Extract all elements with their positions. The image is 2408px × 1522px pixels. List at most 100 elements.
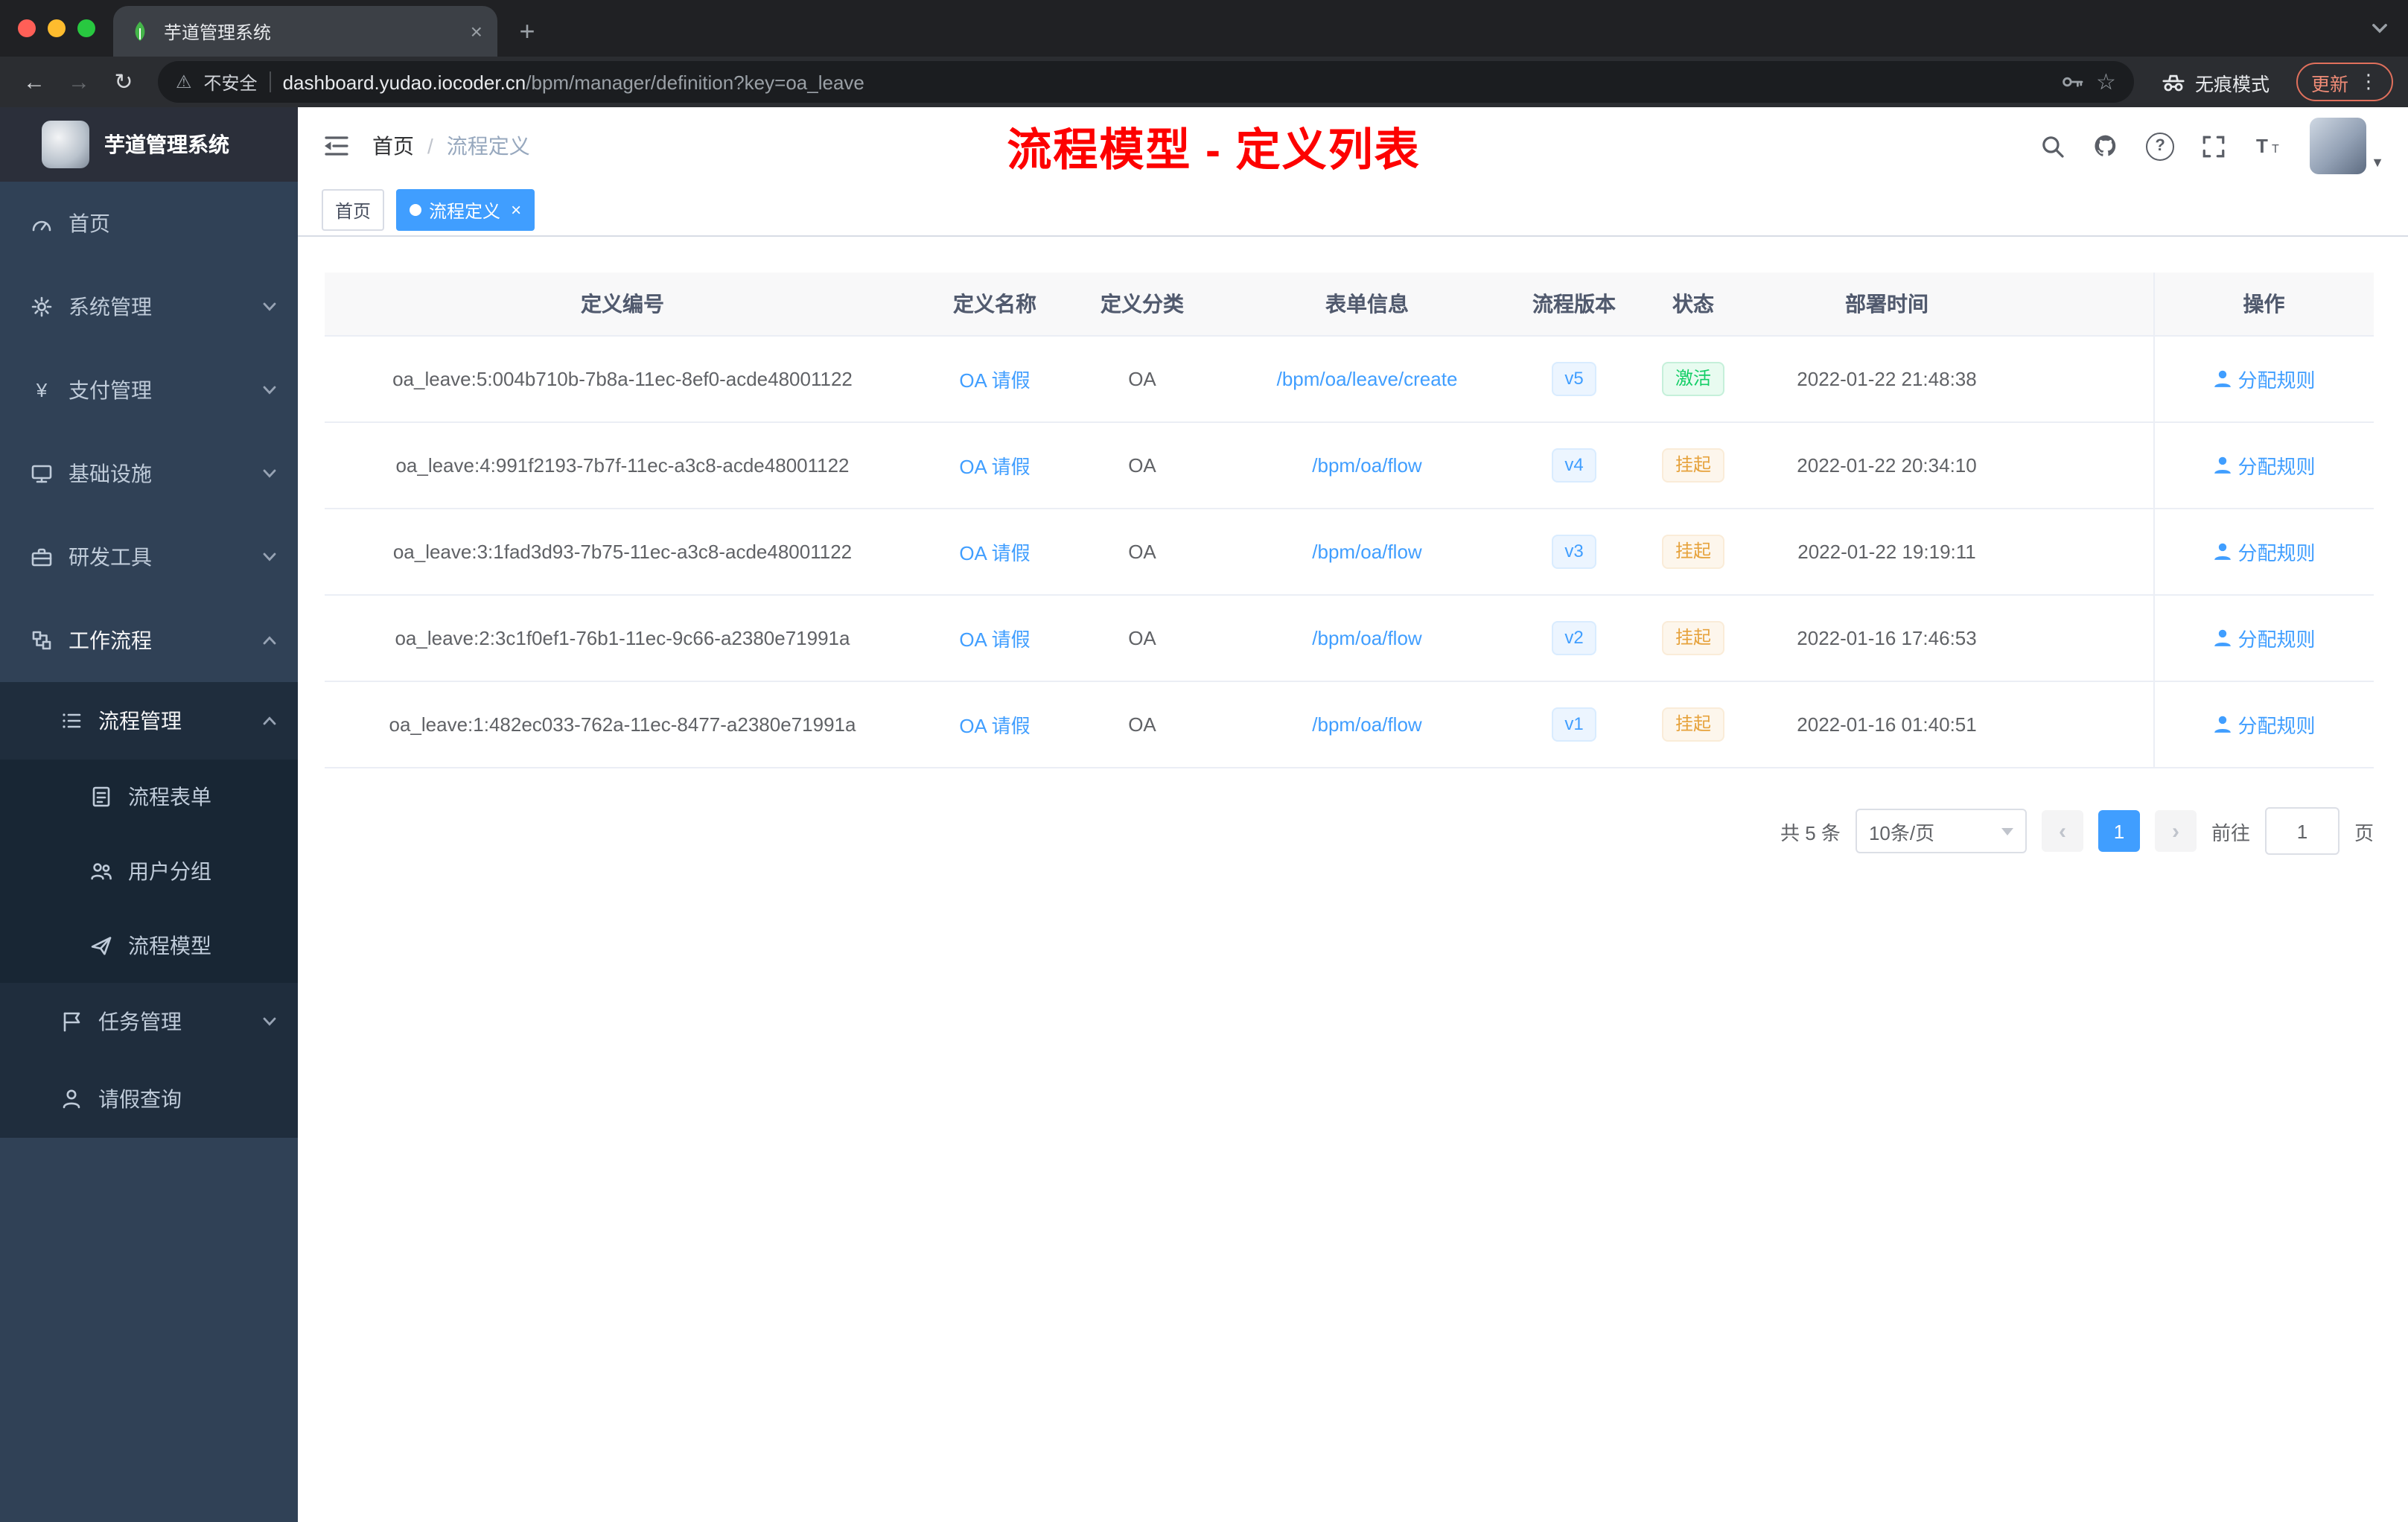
main-area: 首页 / 流程定义 流程模型 - 定义列表 ? T T ▼ 首页 流程定义 × … [298, 107, 2408, 1522]
status-badge: 挂起 [1661, 535, 1724, 569]
sidebar-item-system-management[interactable]: 系统管理 [0, 265, 298, 348]
filler-cell [2016, 681, 2153, 768]
yen-icon: ¥ [30, 378, 54, 402]
sidebar-collapse-icon[interactable] [322, 133, 351, 159]
page-size-select[interactable]: 10条/页 [1855, 809, 2027, 853]
definition-id-cell: oa_leave:3:1fad3d93-7b75-11ec-a3c8-acde4… [325, 509, 920, 596]
deploy-time-cell: 2022-01-22 20:34:10 [1757, 422, 2016, 509]
user-menu[interactable]: ▼ [2310, 118, 2384, 174]
tag-home[interactable]: 首页 [322, 189, 385, 231]
definition-id-cell: oa_leave:4:991f2193-7b7f-11ec-a3c8-acde4… [325, 422, 920, 509]
question-icon[interactable] [2146, 132, 2175, 160]
chevron-up-icon [262, 633, 277, 648]
breadcrumb-home[interactable]: 首页 [372, 131, 414, 161]
address-bar[interactable]: ⚠ 不安全 dashboard.yudao.iocoder.cn/bpm/man… [158, 61, 2134, 103]
deploy-time-cell: 2022-01-22 19:19:11 [1757, 509, 2016, 596]
bookmark-star-icon[interactable]: ☆ [2096, 69, 2116, 95]
sidebar-item-infrastructure[interactable]: 基础设施 [0, 432, 298, 515]
task-icon [60, 1010, 83, 1034]
definition-name-link[interactable]: OA 请假 [959, 715, 1030, 737]
category-cell: OA [1069, 595, 1215, 682]
sidebar-logo[interactable]: 芋道管理系统 [0, 107, 298, 182]
sidebar-item-task-management[interactable]: 任务管理 [0, 983, 298, 1060]
category-cell: OA [1069, 509, 1215, 596]
chevron-down-icon [262, 550, 277, 564]
sidebar: 芋道管理系统 首页 系统管理 ¥ 支付管理 基础设施 研发工具 工作流程 流程管… [0, 107, 298, 1522]
sidebar-item-dev-tools[interactable]: 研发工具 [0, 515, 298, 599]
chevron-up-icon [262, 713, 277, 728]
browser-update-button[interactable]: 更新 ⋮ [2296, 63, 2393, 101]
version-badge: v5 [1551, 362, 1597, 396]
font-size-icon[interactable]: TT [2253, 134, 2283, 158]
new-tab-button[interactable]: + [506, 10, 548, 52]
incognito-icon [2161, 69, 2186, 95]
tags-view-bar: 首页 流程定义 × [298, 185, 2408, 237]
definition-name-link[interactable]: OA 请假 [959, 542, 1030, 564]
form-link[interactable]: /bpm/oa/flow [1312, 627, 1421, 649]
definition-name-link[interactable]: OA 请假 [959, 456, 1030, 478]
search-icon[interactable] [2040, 133, 2065, 159]
caret-down-icon: ▼ [2371, 155, 2384, 170]
next-page-button[interactable]: › [2154, 810, 2197, 852]
tab-close-icon[interactable]: × [471, 21, 482, 42]
reload-button[interactable]: ↻ [104, 63, 143, 101]
app-navbar: 首页 / 流程定义 流程模型 - 定义列表 ? T T ▼ [298, 107, 2408, 185]
security-warning-icon[interactable]: ⚠ [176, 71, 192, 92]
category-cell: OA [1069, 422, 1215, 509]
logo-avatar [42, 121, 89, 168]
close-window-button[interactable] [18, 19, 36, 37]
sidebar-item-payment-management[interactable]: ¥ 支付管理 [0, 348, 298, 432]
app-frame: 芋道管理系统 首页 系统管理 ¥ 支付管理 基础设施 研发工具 工作流程 流程管… [0, 107, 2408, 1522]
sidebar-item-user-group[interactable]: 用户分组 [0, 834, 298, 908]
sidebar-item-process-management[interactable]: 流程管理 [0, 682, 298, 760]
definition-name-link[interactable]: OA 请假 [959, 628, 1030, 651]
assign-rule-button[interactable]: 分配规则 [2212, 365, 2316, 393]
update-label: 更新 [2310, 74, 2348, 95]
page-1-button[interactable]: 1 [2098, 810, 2140, 852]
goto-page-input[interactable] [2264, 807, 2339, 855]
sidebar-item-home[interactable]: 首页 [0, 182, 298, 265]
filler-cell [2016, 509, 2153, 596]
form-link[interactable]: /bpm/oa/flow [1312, 454, 1421, 477]
definition-name-link[interactable]: OA 请假 [959, 369, 1030, 392]
status-badge: 挂起 [1661, 707, 1724, 742]
assign-rule-button[interactable]: 分配规则 [2212, 538, 2316, 566]
assign-rule-button[interactable]: 分配规则 [2212, 451, 2316, 480]
github-icon[interactable] [2092, 133, 2119, 159]
avatar[interactable] [2310, 118, 2367, 174]
breadcrumb-current: 流程定义 [446, 134, 530, 158]
breadcrumb: 首页 / 流程定义 [372, 131, 530, 161]
form-link[interactable]: /bpm/oa/flow [1312, 713, 1421, 736]
url-path: /bpm/manager/definition?key=oa_leave [526, 71, 864, 93]
assign-rule-button[interactable]: 分配规则 [2212, 624, 2316, 652]
minimize-window-button[interactable] [48, 19, 66, 37]
incognito-badge: 无痕模式 [2149, 62, 2281, 102]
sidebar-item-leave-query[interactable]: 请假查询 [0, 1060, 298, 1138]
tab-search-chevron-icon[interactable] [2369, 18, 2390, 46]
assign-rule-button[interactable]: 分配规则 [2212, 710, 2316, 739]
tab-favicon-icon [128, 19, 152, 43]
breadcrumb-separator: / [427, 134, 433, 158]
sidebar-item-process-form[interactable]: 流程表单 [0, 760, 298, 834]
tag-close-icon[interactable]: × [511, 200, 521, 220]
fullscreen-icon[interactable] [2201, 133, 2226, 159]
browser-menu-icon[interactable]: ⋮ [2359, 70, 2378, 94]
browser-tab[interactable]: 芋道管理系统 × [113, 6, 497, 57]
table-row: oa_leave:2:3c1f0ef1-76b1-11ec-9c66-a2380… [325, 595, 2374, 682]
sidebar-item-process-model[interactable]: 流程模型 [0, 908, 298, 983]
password-key-icon[interactable] [2060, 70, 2084, 94]
gear-icon [30, 295, 54, 319]
form-link[interactable]: /bpm/oa/leave/create [1277, 368, 1458, 390]
table-row: oa_leave:4:991f2193-7b7f-11ec-a3c8-acde4… [325, 422, 2374, 509]
prev-page-button[interactable]: ‹ [2041, 810, 2083, 852]
url-text[interactable]: dashboard.yudao.iocoder.cn/bpm/manager/d… [283, 71, 2048, 93]
form-link[interactable]: /bpm/oa/flow [1312, 541, 1421, 563]
svg-text:T: T [2272, 143, 2279, 156]
toolbox-icon [30, 545, 54, 569]
select-caret-icon [2001, 827, 2013, 835]
sidebar-item-workflow[interactable]: 工作流程 [0, 599, 298, 682]
forward-button[interactable]: → [60, 63, 98, 101]
tag-process-definition[interactable]: 流程定义 × [396, 189, 535, 231]
back-button[interactable]: ← [15, 63, 54, 101]
zoom-window-button[interactable] [77, 19, 95, 37]
